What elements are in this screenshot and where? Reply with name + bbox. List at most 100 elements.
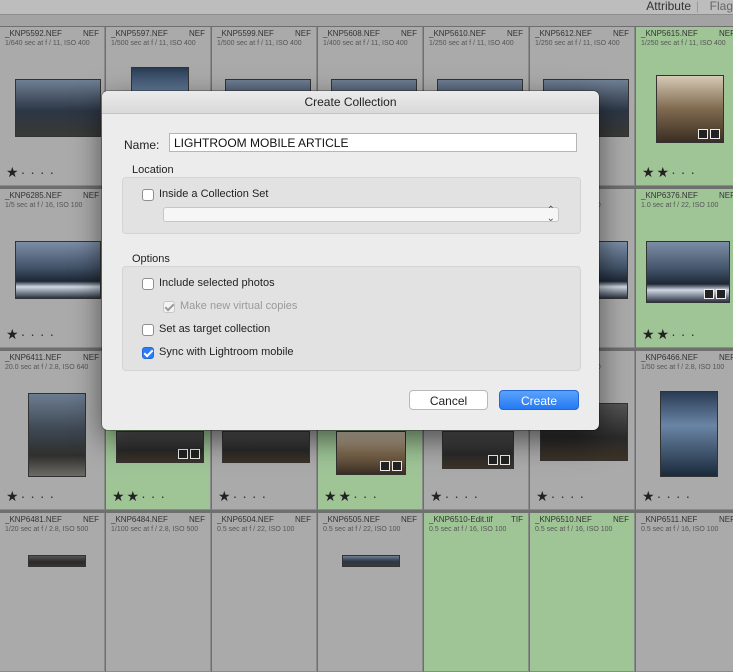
- collection-name-input[interactable]: LIGHTROOM MOBILE ARTICLE: [169, 133, 577, 152]
- star-rating[interactable]: ★····: [6, 488, 59, 505]
- empty-star-dots: ····: [20, 488, 60, 504]
- star-rating[interactable]: ★★···: [324, 488, 382, 505]
- photo-cell[interactable]: _KNP6411.NEF NEF 20.0 sec at f / 2.8, ISO …: [0, 351, 105, 510]
- photo-filetype: NEF: [613, 29, 629, 38]
- inside-collection-set-label: Inside a Collection Set: [159, 188, 269, 200]
- photo-thumbnail[interactable]: [342, 555, 400, 567]
- create-button[interactable]: Create: [499, 390, 579, 410]
- star-rating[interactable]: ★····: [642, 488, 695, 505]
- photo-filetype: NEF: [719, 353, 733, 362]
- star-rating[interactable]: ★★···: [642, 164, 700, 181]
- include-selected-photos-label: Include selected photos: [159, 277, 275, 289]
- photo-cell[interactable]: _KNP6376.NEF NEF1.0 sec at f / 22, ISO 10…: [636, 189, 733, 348]
- photo-thumbnail[interactable]: [660, 391, 718, 477]
- photo-filename: _KNP6505.NEF: [323, 515, 380, 524]
- photo-filename: _KNP6510.NEF: [535, 515, 592, 524]
- empty-star-dots: ···: [671, 326, 701, 342]
- photo-thumbnail[interactable]: [28, 555, 86, 567]
- photo-cell[interactable]: _KNP5592.NEF NEF 1/640 sec at f / 11, ISO …: [0, 27, 105, 186]
- badge-icon[interactable]: [190, 449, 200, 459]
- photo-filetype: NEF: [83, 353, 99, 362]
- photo-filename: _KNP6504.NEF: [217, 515, 274, 524]
- star-rating[interactable]: ★★···: [112, 488, 170, 505]
- collection-set-popup[interactable]: ⌃ ⌄: [163, 206, 559, 224]
- flag-filter-label[interactable]: Flag: [710, 0, 733, 13]
- star-rating[interactable]: ★····: [430, 488, 483, 505]
- photo-cell[interactable]: _KNP6510.NEF NEF 0.5 sec at f / 16, ISO 10…: [530, 513, 635, 672]
- photo-filename: _KNP5599.NEF: [217, 29, 274, 38]
- photo-exif: 20.0 sec at f / 2.8, ISO 640: [5, 364, 89, 371]
- empty-star-dots: ····: [232, 488, 272, 504]
- photo-filename: _KNP6285.NEF: [5, 191, 62, 200]
- badge-icon[interactable]: [710, 129, 720, 139]
- photo-exif: 0.5 sec at f / 22, ISO 100: [323, 526, 401, 533]
- filter-separator: |: [695, 0, 699, 13]
- badge-icon[interactable]: [392, 461, 402, 471]
- photo-filetype: NEF: [83, 515, 99, 524]
- set-target-collection-label: Set as target collection: [159, 323, 271, 335]
- photo-cell[interactable]: _KNP6285.NEF NEF 1/5 sec at f / 16, ISO 10…: [0, 189, 105, 348]
- photo-thumbnail[interactable]: [28, 393, 86, 477]
- photo-exif: 1/5 sec at f / 16, ISO 100: [5, 202, 83, 209]
- photo-filename: _KNP5610.NEF: [429, 29, 486, 38]
- star-icon: ★: [536, 488, 551, 504]
- badge-icon[interactable]: [488, 455, 498, 465]
- photo-exif: 1/20 sec at f / 2.8, ISO 500: [5, 526, 89, 533]
- photo-exif: 1.0 sec at f / 22, ISO 100: [641, 202, 719, 209]
- photo-filename: _KNP6376.NEF: [641, 191, 698, 200]
- options-section-label: Options: [132, 253, 170, 265]
- star-icon: ★: [430, 488, 445, 504]
- set-target-collection-checkbox[interactable]: [142, 324, 154, 336]
- empty-star-dots: ····: [656, 488, 696, 504]
- star-rating[interactable]: ★····: [218, 488, 271, 505]
- badge-icon[interactable]: [698, 129, 708, 139]
- photo-filename: _KNP6510-Edit.tif: [429, 515, 493, 524]
- empty-star-dots: ····: [550, 488, 590, 504]
- photo-cell[interactable]: _KNP6481.NEF NEF 1/20 sec at f / 2.8, ISO …: [0, 513, 105, 672]
- photo-exif: 0.5 sec at f / 16, ISO 100: [535, 526, 613, 533]
- photo-exif: 1/250 sec at f / 11, ISO 400: [641, 40, 726, 47]
- photo-cell[interactable]: _KNP6466.NEF NEF 1/50 sec at f / 2.8, ISO …: [636, 351, 733, 510]
- photo-thumbnail[interactable]: [222, 431, 310, 463]
- star-rating[interactable]: ★★···: [642, 326, 700, 343]
- star-icon: ★★: [112, 488, 142, 504]
- star-icon: ★★: [324, 488, 354, 504]
- photo-filetype: NEF: [83, 29, 99, 38]
- star-icon: ★: [642, 488, 657, 504]
- photo-exif: 0.5 sec at f / 16, ISO 100: [429, 526, 507, 533]
- photo-exif: 0.5 sec at f / 22, ISO 100: [217, 526, 295, 533]
- photo-thumbnail[interactable]: [15, 79, 101, 137]
- photo-filetype: NEF: [189, 515, 205, 524]
- star-icon: ★★: [642, 164, 672, 180]
- photo-cell[interactable]: _KNP5615.NEF NEF 1/250 sec at f / 11, ISO …: [636, 27, 733, 186]
- inside-collection-set-checkbox[interactable]: [142, 189, 154, 201]
- make-virtual-copies-checkbox[interactable]: [163, 301, 175, 313]
- attribute-filter-tab[interactable]: Attribute: [646, 0, 691, 13]
- empty-star-dots: ···: [671, 164, 701, 180]
- include-selected-photos-checkbox[interactable]: [142, 278, 154, 290]
- photo-cell[interactable]: _KNP6505.NEF NEF 0.5 sec at f / 22, ISO 10…: [318, 513, 423, 672]
- star-rating[interactable]: ★····: [536, 488, 589, 505]
- photo-filetype: TIF: [511, 515, 523, 524]
- photo-filename: _KNP5592.NEF: [5, 29, 62, 38]
- badge-icon[interactable]: [178, 449, 188, 459]
- badge-icon[interactable]: [716, 289, 726, 299]
- photo-cell[interactable]: _KNP6504.NEF NEF 0.5 sec at f / 22, ISO 10…: [212, 513, 317, 672]
- grid-top-strip: [0, 15, 733, 26]
- photo-filename: _KNP6411.NEF: [5, 353, 62, 362]
- photo-filename: _KNP5612.NEF: [535, 29, 592, 38]
- location-group: Inside a Collection Set ⌃ ⌄: [122, 177, 581, 234]
- badge-icon[interactable]: [500, 455, 510, 465]
- badge-icon[interactable]: [380, 461, 390, 471]
- star-rating[interactable]: ★····: [6, 326, 59, 343]
- star-rating[interactable]: ★····: [6, 164, 59, 181]
- photo-cell[interactable]: _KNP6511.NEF NEF0.5 sec at f / 16, ISO 10…: [636, 513, 733, 672]
- photo-cell[interactable]: _KNP6484.NEF NEF 1/100 sec at f / 2.8, ISO…: [106, 513, 211, 672]
- options-group: Include selected photos Make new virtual…: [122, 266, 581, 371]
- cancel-button[interactable]: Cancel: [409, 390, 488, 410]
- photo-cell[interactable]: _KNP6510-Edit.tif TIF 0.5 sec at f / 16, I…: [424, 513, 529, 672]
- sync-lightroom-mobile-checkbox[interactable]: [142, 347, 154, 359]
- badge-icon[interactable]: [704, 289, 714, 299]
- photo-thumbnail[interactable]: [15, 241, 101, 299]
- star-icon: ★★: [642, 326, 672, 342]
